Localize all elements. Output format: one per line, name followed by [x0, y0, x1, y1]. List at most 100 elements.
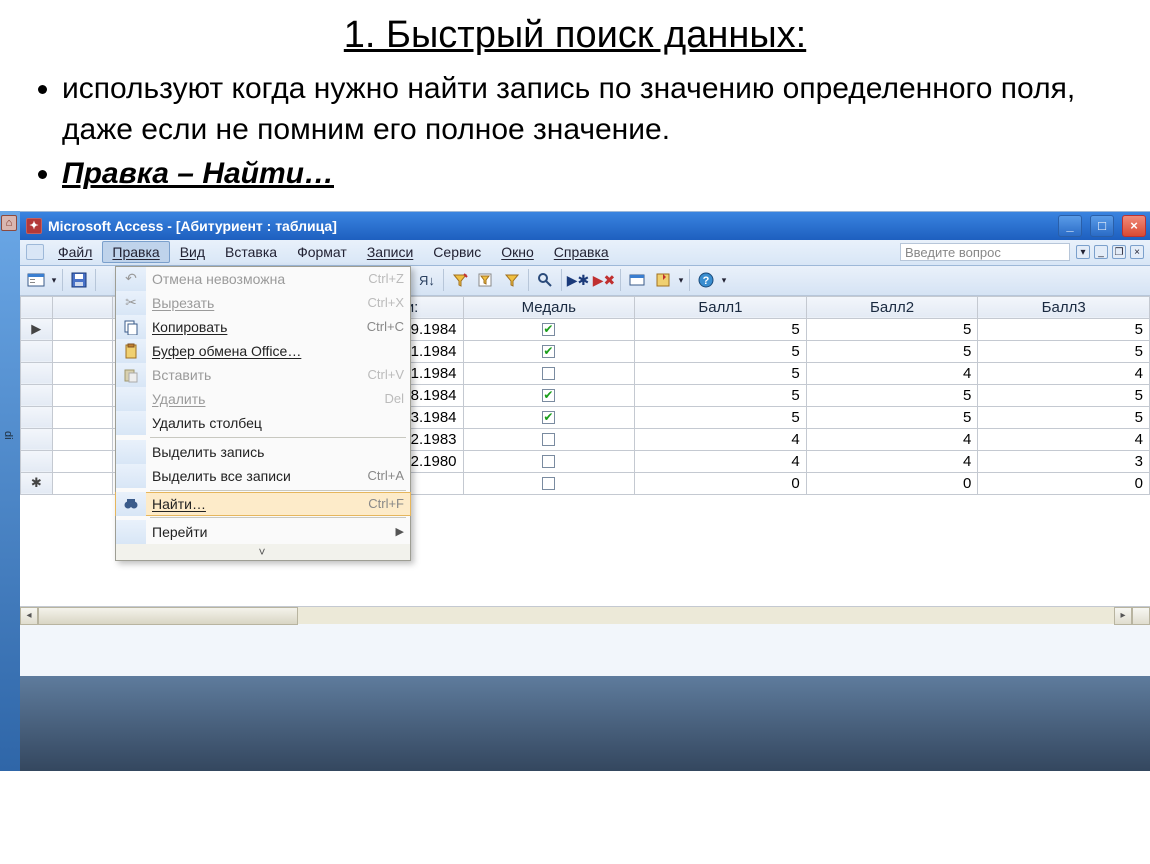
cell-b2[interactable]: 5: [806, 406, 978, 428]
menu-view[interactable]: Вид: [170, 241, 215, 263]
control-box-icon[interactable]: [26, 244, 44, 260]
cell-b1[interactable]: 5: [635, 362, 807, 384]
cell-b3[interactable]: 5: [978, 340, 1150, 362]
column-medal[interactable]: Медаль: [463, 296, 635, 318]
menu-help[interactable]: Справка: [544, 241, 619, 263]
row-selector[interactable]: [21, 428, 53, 450]
cell[interactable]: [52, 406, 113, 428]
cell-b3[interactable]: 5: [978, 384, 1150, 406]
cell-b1[interactable]: 0: [635, 472, 807, 494]
cell-b3[interactable]: 0: [978, 472, 1150, 494]
column-ball2[interactable]: Балл2: [806, 296, 978, 318]
row-selector[interactable]: [21, 340, 53, 362]
toolbar-overflow-icon[interactable]: ▾: [720, 275, 728, 286]
cell-b1[interactable]: 4: [635, 450, 807, 472]
row-selector[interactable]: [21, 406, 53, 428]
scroll-right-button[interactable]: ▸: [1114, 607, 1132, 625]
menu-paste[interactable]: Вставить Ctrl+V: [116, 363, 410, 387]
cell-b3[interactable]: 5: [978, 406, 1150, 428]
help-search-box[interactable]: Введите вопрос: [900, 243, 1070, 261]
cell[interactable]: [52, 472, 113, 494]
menu-records[interactable]: Записи: [357, 241, 423, 263]
cell-medal[interactable]: [463, 472, 635, 494]
cell-medal[interactable]: [463, 318, 635, 340]
menu-goto[interactable]: Перейти ▶: [116, 520, 410, 544]
row-selector[interactable]: [21, 450, 53, 472]
cell-b1[interactable]: 5: [635, 384, 807, 406]
cell[interactable]: [52, 450, 113, 472]
cell[interactable]: [52, 362, 113, 384]
menu-select-record[interactable]: Выделить запись: [116, 440, 410, 464]
sort-desc-button[interactable]: Я↓: [415, 268, 439, 292]
cell-medal[interactable]: [463, 450, 635, 472]
menu-insert[interactable]: Вставка: [215, 241, 287, 263]
cell-b1[interactable]: 4: [635, 428, 807, 450]
scroll-thumb[interactable]: [38, 607, 298, 625]
minimize-button[interactable]: _: [1058, 215, 1082, 237]
cell-medal[interactable]: [463, 406, 635, 428]
menu-file[interactable]: Файл: [48, 241, 102, 263]
dropdown-icon[interactable]: ▾: [50, 275, 58, 286]
menu-cut[interactable]: ✂ Вырезать Ctrl+X: [116, 291, 410, 315]
apply-filter-button[interactable]: [500, 268, 524, 292]
menu-edit[interactable]: Правка: [102, 241, 169, 263]
doc-minimize-button[interactable]: _: [1094, 245, 1108, 259]
cell[interactable]: [52, 428, 113, 450]
cell-medal[interactable]: [463, 340, 635, 362]
cell-b1[interactable]: 5: [635, 340, 807, 362]
maximize-button[interactable]: □: [1090, 215, 1114, 237]
menu-office-clipboard[interactable]: Буфер обмена Office…: [116, 339, 410, 363]
column-blank[interactable]: [52, 296, 113, 318]
filter-form-button[interactable]: [474, 268, 498, 292]
filter-selection-button[interactable]: [448, 268, 472, 292]
cell-b3[interactable]: 3: [978, 450, 1150, 472]
find-button[interactable]: [533, 268, 557, 292]
cell-b2[interactable]: 0: [806, 472, 978, 494]
menu-find[interactable]: Найти… Ctrl+F: [115, 492, 411, 516]
cell[interactable]: [52, 384, 113, 406]
help-button[interactable]: ?: [694, 268, 718, 292]
menu-delete-column[interactable]: Удалить столбец: [116, 411, 410, 435]
column-ball3[interactable]: Балл3: [978, 296, 1150, 318]
cell-b3[interactable]: 4: [978, 428, 1150, 450]
cell-b3[interactable]: 4: [978, 362, 1150, 384]
cell-b1[interactable]: 5: [635, 318, 807, 340]
menu-copy[interactable]: Копировать Ctrl+C: [116, 315, 410, 339]
cell-b3[interactable]: 5: [978, 318, 1150, 340]
menu-format[interactable]: Формат: [287, 241, 357, 263]
cell-b2[interactable]: 5: [806, 318, 978, 340]
horizontal-scrollbar[interactable]: ◂ ▸: [20, 606, 1150, 624]
new-record-button[interactable]: ▶✱: [566, 268, 590, 292]
cell-b1[interactable]: 5: [635, 406, 807, 428]
menu-delete[interactable]: Удалить Del: [116, 387, 410, 411]
cell-b2[interactable]: 4: [806, 450, 978, 472]
menu-undo[interactable]: ↶ Отмена невозможна Ctrl+Z: [116, 267, 410, 291]
cell-b2[interactable]: 4: [806, 428, 978, 450]
menu-service[interactable]: Сервис: [423, 241, 491, 263]
menu-window[interactable]: Окно: [491, 241, 544, 263]
cell[interactable]: [52, 340, 113, 362]
row-selector[interactable]: [21, 384, 53, 406]
cell-b2[interactable]: 5: [806, 340, 978, 362]
doc-close-button[interactable]: ×: [1130, 245, 1144, 259]
select-all-corner[interactable]: [21, 296, 53, 318]
cell[interactable]: [52, 318, 113, 340]
scroll-left-button[interactable]: ◂: [20, 607, 38, 625]
cell-medal[interactable]: [463, 362, 635, 384]
new-object-button[interactable]: [651, 268, 675, 292]
doc-restore-button[interactable]: ❐: [1112, 245, 1126, 259]
menu-expand[interactable]: ˅: [116, 544, 410, 560]
cell-medal[interactable]: [463, 428, 635, 450]
view-button[interactable]: [24, 268, 48, 292]
row-selector[interactable]: [21, 362, 53, 384]
dropdown-icon[interactable]: ▾: [677, 275, 685, 286]
column-ball1[interactable]: Балл1: [635, 296, 807, 318]
row-selector[interactable]: ✱: [21, 472, 53, 494]
database-window-button[interactable]: [625, 268, 649, 292]
save-button[interactable]: [67, 268, 91, 292]
row-selector[interactable]: ▶: [21, 318, 53, 340]
cell-medal[interactable]: [463, 384, 635, 406]
delete-record-button[interactable]: ▶✖: [592, 268, 616, 292]
cell-b2[interactable]: 5: [806, 384, 978, 406]
cell-b2[interactable]: 4: [806, 362, 978, 384]
